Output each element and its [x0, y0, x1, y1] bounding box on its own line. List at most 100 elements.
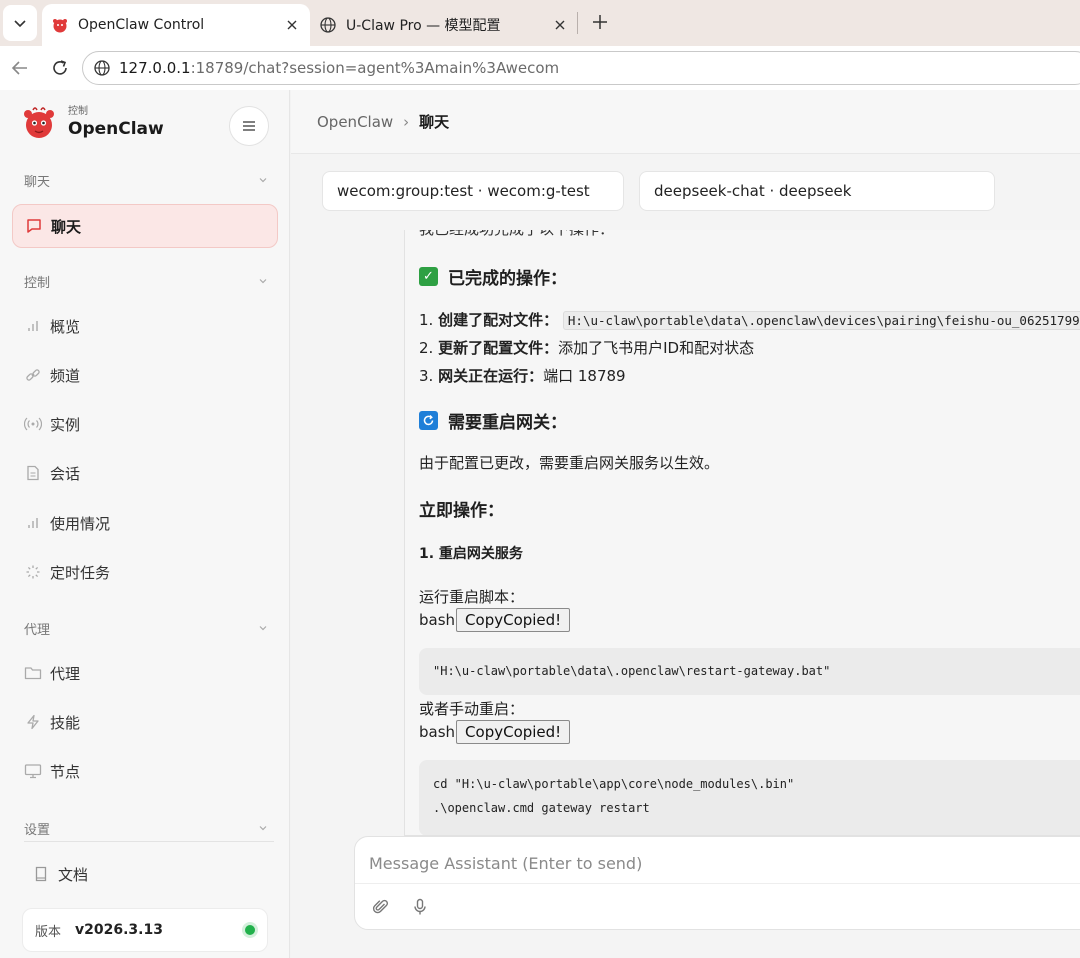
sidebar-item-usage[interactable]: 使用情况 [12, 501, 278, 545]
sidebar-item-label: 会话 [50, 464, 81, 483]
message-heading: 需要重启网关： [419, 408, 1080, 433]
composer [354, 836, 1080, 930]
monitor-icon [24, 762, 42, 780]
voice-input-button[interactable] [408, 895, 432, 919]
browser-toolbar: 127.0.0.1:18789/chat?session=agent%3Amai… [0, 46, 1080, 90]
section-control[interactable]: 控制 [24, 271, 268, 291]
sidebar-item-instances[interactable]: 实例 [12, 402, 278, 446]
chevron-down-icon [259, 626, 267, 631]
chat-bubble-icon [25, 217, 43, 235]
section-label: 代理 [24, 622, 51, 638]
sidebar-item-label: 实例 [50, 415, 81, 434]
message-text: 或者手动重启： [419, 700, 525, 718]
composer-divider [355, 883, 1080, 884]
sidebar-item-label: 聊天 [51, 217, 82, 236]
tab-openclaw-control[interactable]: OpenClaw Control [42, 4, 310, 46]
sidebar-item-docs[interactable]: 文档 [20, 852, 270, 896]
sidebar-item-chat[interactable]: 聊天 [12, 204, 278, 248]
code-language: bash [419, 723, 456, 741]
code-header: bash CopyCopied! [419, 608, 1080, 632]
book-icon [32, 865, 50, 883]
brand-name: OpenClaw [68, 119, 164, 139]
breadcrumb-current: 聊天 [419, 113, 450, 131]
sidebar-item-label: 定时任务 [50, 563, 111, 582]
sidebar-toggle-button[interactable] [229, 106, 269, 146]
reload-button[interactable] [46, 54, 74, 82]
hamburger-icon [243, 121, 255, 131]
message-subheading: 1. 重启网关服务 [419, 546, 523, 562]
bar-chart-icon [24, 514, 42, 532]
sidebar-item-agents[interactable]: 代理 [12, 651, 278, 695]
copy-button[interactable]: CopyCopied! [456, 608, 571, 632]
copy-button[interactable]: CopyCopied! [456, 720, 571, 744]
microphone-icon [414, 898, 426, 915]
session-selector[interactable]: wecom:group:test · wecom:g-test [322, 171, 624, 211]
chevron-down-icon [14, 20, 26, 28]
tab-search-button[interactable] [3, 5, 37, 41]
close-icon[interactable] [280, 13, 304, 37]
status-dot [245, 925, 255, 935]
new-tab-button[interactable] [586, 8, 614, 36]
openclaw-logo [24, 107, 54, 138]
chevron-down-icon [259, 178, 267, 183]
brand: 控制 OpenClaw [20, 104, 164, 142]
code-block: "H:\u-claw\portable\data\.openclaw\resta… [419, 648, 1080, 695]
sidebar-item-overview[interactable]: 概览 [12, 304, 278, 348]
back-button[interactable] [6, 54, 34, 82]
reload-icon [53, 60, 67, 75]
breadcrumb-root[interactable]: OpenClaw [317, 113, 393, 131]
arrow-left-icon [11, 61, 27, 75]
message-heading: ✓ 已完成的操作： [419, 264, 1080, 289]
tab-separator [577, 12, 578, 34]
sidebar-item-channels[interactable]: 频道 [12, 353, 278, 397]
sidebar-item-label: 概览 [50, 317, 81, 336]
tab-title: U-Claw Pro — 模型配置 [346, 18, 501, 34]
chevron-down-icon [259, 279, 267, 284]
code-language: bash [419, 611, 456, 629]
code-line: cd "H:\u-claw\portable\app\core\node_mod… [433, 777, 795, 791]
sidebar-item-label: 代理 [50, 664, 81, 683]
sidebar-item-skills[interactable]: 技能 [12, 700, 278, 744]
globe-icon [318, 15, 338, 35]
heading-text: 已完成的操作： [448, 269, 567, 289]
message-text: 我已经成功完成了以下操作： [419, 230, 1080, 239]
message-heading: 立即操作： [419, 501, 504, 521]
sidebar-item-nodes[interactable]: 节点 [12, 749, 278, 793]
plus-icon [593, 15, 607, 29]
address-bar[interactable]: 127.0.0.1:18789/chat?session=agent%3Amai… [82, 51, 1080, 85]
check-mark-icon: ✓ [419, 267, 438, 286]
tab-title: OpenClaw Control [78, 17, 205, 33]
sidebar-item-label: 节点 [50, 762, 81, 781]
close-icon[interactable] [548, 13, 572, 37]
section-chat[interactable]: 聊天 [24, 170, 268, 190]
sidebar-item-sessions[interactable]: 会话 [12, 451, 278, 495]
lightning-icon [24, 713, 42, 731]
section-label: 聊天 [24, 174, 51, 190]
sidebar-item-cron[interactable]: 定时任务 [12, 550, 278, 594]
version-label: 版本 [35, 924, 62, 940]
folder-icon [24, 664, 42, 682]
sidebar-divider [24, 841, 274, 842]
assistant-message: 我已经成功完成了以下操作： ✓ 已完成的操作： 1. 创建了配对文件： H:\u… [404, 230, 1080, 836]
model-selector[interactable]: deepseek-chat · deepseek [639, 171, 995, 211]
inline-code: H:\u-claw\portable\data\.openclaw\device… [562, 311, 1080, 330]
code-header: bash CopyCopied! [419, 720, 1080, 744]
version-card: 版本 v2026.3.13 [22, 908, 268, 952]
version-value: v2026.3.13 [75, 922, 163, 938]
sidebar-item-label: 使用情况 [50, 514, 111, 533]
code-line: "H:\u-claw\portable\data\.openclaw\resta… [433, 664, 831, 678]
tab-uclaw-pro[interactable]: U-Claw Pro — 模型配置 [310, 4, 578, 46]
link-icon [24, 366, 42, 384]
document-icon [24, 464, 42, 482]
section-label: 设置 [24, 822, 51, 838]
list-item: 2. 更新了配置文件：添加了飞书用户ID和配对状态 [419, 339, 755, 357]
message-text: 运行重启脚本： [419, 588, 525, 606]
loader-icon [24, 563, 42, 581]
attach-button[interactable] [369, 895, 393, 919]
list-item: 1. 创建了配对文件： H:\u-claw\portable\data\.ope… [419, 309, 1080, 330]
message-input[interactable] [369, 849, 1069, 877]
breadcrumb-separator: › [403, 112, 410, 131]
section-agent[interactable]: 代理 [24, 618, 268, 638]
site-info-icon[interactable] [91, 57, 113, 79]
section-settings[interactable]: 设置 [24, 818, 268, 838]
